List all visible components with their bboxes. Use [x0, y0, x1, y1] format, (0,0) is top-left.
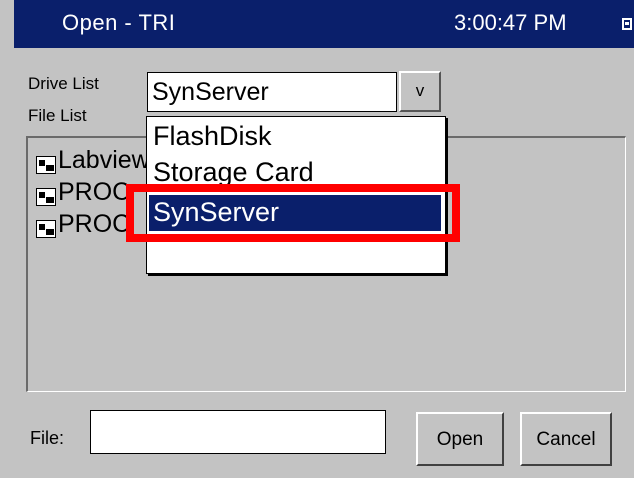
drive-option-label: FlashDisk	[153, 121, 272, 151]
drive-list-label: Drive List	[28, 74, 99, 93]
file-name: PROC	[58, 210, 131, 238]
file-icon	[36, 188, 56, 206]
file-icon	[36, 156, 56, 174]
drive-dropdown-button[interactable]: v	[399, 71, 441, 112]
drive-select-value: SynServer	[152, 78, 269, 106]
drive-option-flashdisk[interactable]: FlashDisk	[149, 119, 441, 155]
drive-select[interactable]: SynServer	[147, 72, 397, 112]
window-title: Open - TRI	[62, 10, 176, 35]
file-name: Labview	[58, 146, 150, 174]
window-icon[interactable]	[622, 18, 632, 30]
file-label: File:	[30, 428, 65, 448]
open-button[interactable]: Open	[416, 412, 504, 466]
title-bar: Open - TRI 3:00:47 PM	[14, 0, 634, 48]
file-name: PROC	[58, 178, 131, 206]
file-list-label: File List	[28, 106, 87, 125]
highlight-box	[126, 184, 460, 242]
file-icon	[36, 220, 56, 238]
file-name-input[interactable]	[90, 410, 386, 454]
clock: 3:00:47 PM	[454, 10, 567, 35]
cancel-button[interactable]: Cancel	[520, 412, 612, 466]
